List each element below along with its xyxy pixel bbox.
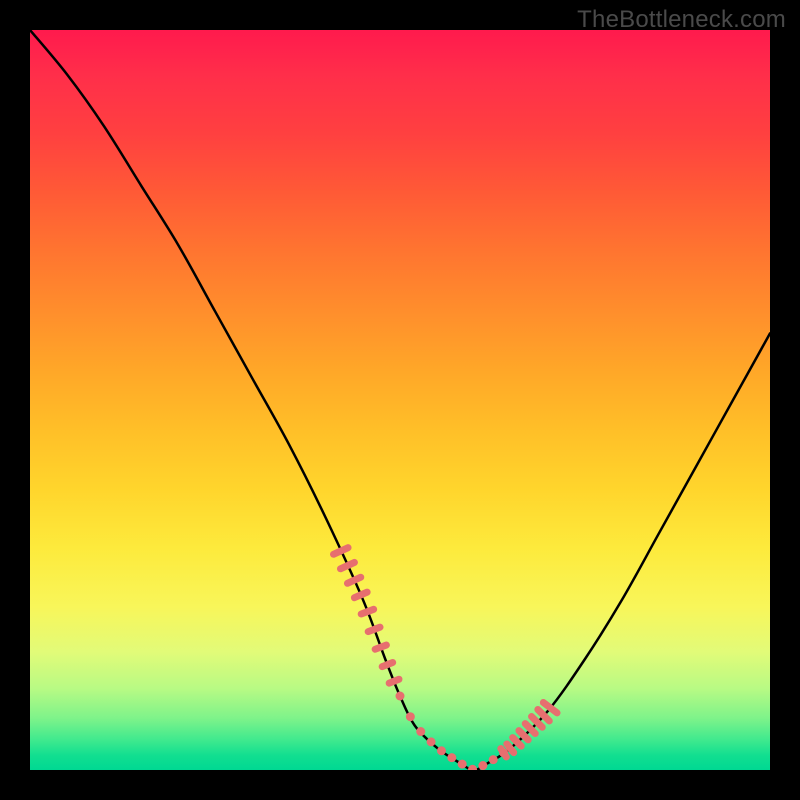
- curve-overlay: [30, 30, 770, 770]
- marker-dashes: [334, 548, 558, 770]
- plot-area: [30, 30, 770, 770]
- watermark-label: TheBottleneck.com: [577, 6, 786, 34]
- bottleneck-curve: [30, 30, 770, 770]
